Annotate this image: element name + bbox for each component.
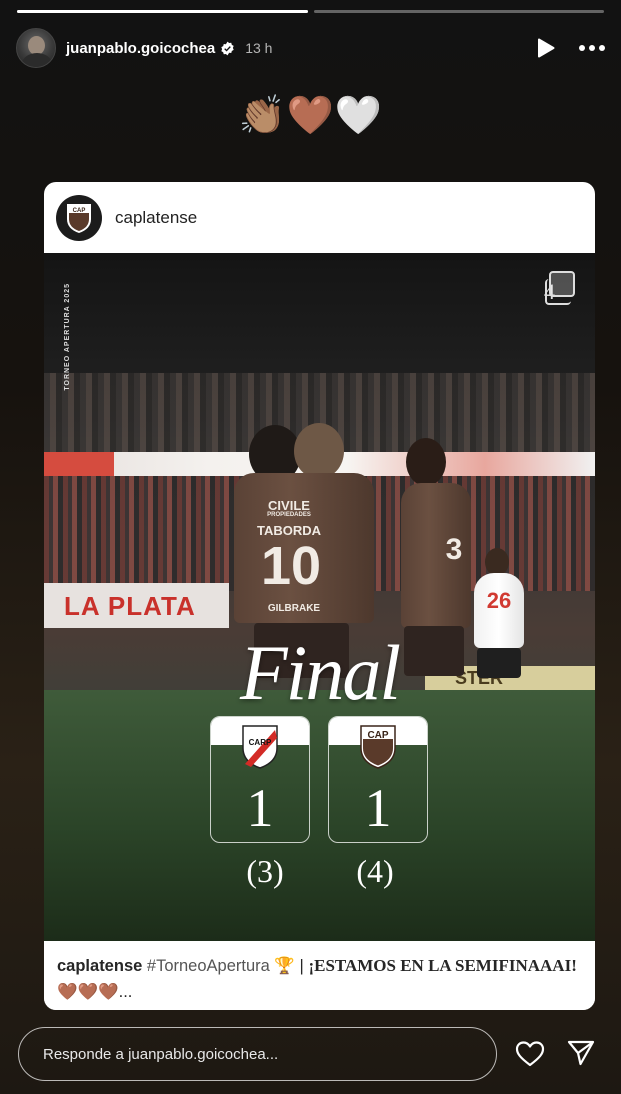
more-options-icon[interactable]: [579, 45, 605, 51]
caption-hashtag[interactable]: #TorneoApertura: [147, 957, 270, 975]
caption-text: ¡ESTAMOS EN LA SEMIFINAAAI!: [308, 956, 577, 975]
clapping-hands-icon: 👏🏽: [238, 95, 287, 137]
svg-text:CAP: CAP: [367, 730, 388, 741]
post-image[interactable]: LA PLATA STER TORNEO APERTURA 2025 4 CIV…: [44, 253, 595, 941]
trophy-icon: 🏆: [274, 957, 295, 975]
send-icon[interactable]: [566, 1038, 596, 1068]
story-progress-segment: [313, 10, 604, 13]
caption-separator: |: [299, 957, 304, 975]
jersey-sponsor: CIVILE: [268, 498, 310, 513]
caption-ellipsis: ...: [118, 983, 133, 1001]
carousel-indicator: 4: [544, 271, 575, 305]
shared-post-card[interactable]: CAP caplatense LA PLATA STER TORNEO APER…: [44, 182, 595, 1010]
story-timestamp: 13 h: [245, 40, 273, 56]
brown-hearts-icon: 🤎🤎🤎: [57, 983, 119, 1001]
pitch: [44, 690, 595, 941]
away-penalties: (4): [356, 853, 394, 889]
story-username[interactable]: juanpablo.goicochea: [66, 40, 215, 57]
like-heart-icon[interactable]: [514, 1038, 546, 1070]
verified-badge-icon: [220, 41, 235, 56]
river-plate-crest-icon: CARP: [242, 725, 278, 769]
story-emojis: 👏🏽 🤎 🤍: [0, 94, 621, 138]
avatar[interactable]: [16, 28, 56, 68]
story-progress: [17, 10, 604, 13]
multiple-images-icon: [545, 271, 575, 305]
ad-board: LA PLATA: [44, 583, 229, 628]
jersey-number: 10: [260, 536, 322, 596]
jersey-sponsor-sub: PROPIEDADES: [267, 512, 311, 518]
opponent-number: 26: [486, 588, 512, 613]
post-header[interactable]: CAP caplatense: [44, 182, 595, 253]
player-number: 3: [445, 533, 463, 566]
post-username[interactable]: caplatense: [115, 208, 197, 228]
home-penalties: (3): [246, 853, 284, 889]
tournament-side-text: TORNEO APERTURA 2025: [64, 283, 71, 391]
svg-text:CARP: CARP: [249, 738, 272, 747]
final-label: Final: [240, 629, 401, 716]
reply-input[interactable]: Responde a juanpablo.goicochea...: [18, 1027, 497, 1081]
home-score-box: CARP 1: [210, 716, 310, 843]
svg-text:CAP: CAP: [73, 208, 86, 214]
story-progress-segment: [17, 10, 308, 13]
brown-heart-icon: 🤎: [286, 95, 335, 137]
jersey-brand: GILBRAKE: [267, 603, 321, 614]
play-icon[interactable]: [537, 38, 555, 58]
story-header: juanpablo.goicochea 13 h: [16, 27, 605, 69]
home-score: 1: [246, 778, 274, 838]
caption-username[interactable]: caplatense: [57, 957, 142, 975]
post-caption[interactable]: caplatense #TorneoApertura 🏆 | ¡ESTAMOS …: [44, 941, 595, 1010]
away-score: 1: [364, 778, 392, 838]
away-score-box: CAP 1: [328, 716, 428, 843]
cap-crest-icon: CAP: [360, 725, 396, 769]
cap-logo-icon: CAP: [56, 194, 102, 241]
white-heart-icon: 🤍: [334, 95, 383, 137]
